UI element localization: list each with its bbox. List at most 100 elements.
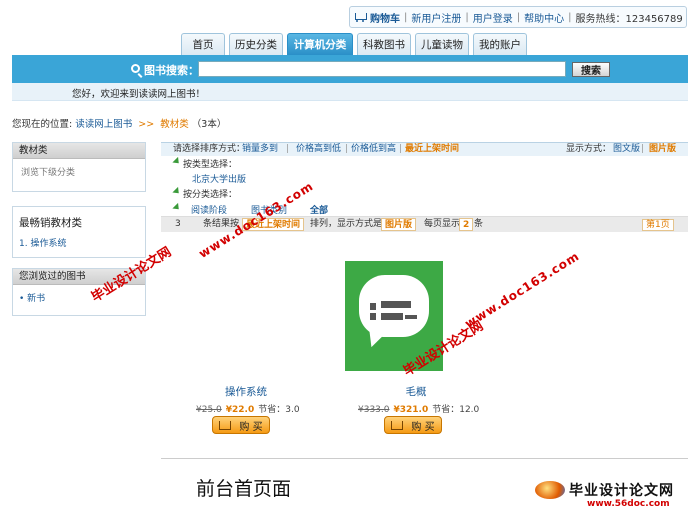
buy-label: 购 买 xyxy=(239,421,263,433)
tab-history[interactable]: 历史分类 xyxy=(229,33,283,55)
product-name[interactable]: 操作系统 xyxy=(201,384,291,399)
tab-science[interactable]: 科教图书 xyxy=(357,33,411,55)
new-price: ¥22.0 xyxy=(225,405,255,415)
welcome-text: 您好，欢迎来到读读网上图书！ xyxy=(72,89,206,100)
figure-caption: 前台首页面 xyxy=(196,478,292,500)
search-bar: 图书搜索： 搜索 xyxy=(12,55,688,83)
product-price: ¥333.0 ¥321.0 节省：12.0 xyxy=(358,402,479,415)
cart-icon xyxy=(391,420,404,430)
help-link[interactable]: 帮助中心 xyxy=(524,10,564,25)
sort-label: 请选择排序方式： xyxy=(173,144,246,154)
login-link[interactable]: 用户登录 xyxy=(473,10,513,25)
triangle-icon xyxy=(172,156,182,167)
category-box: 教材类 浏览下级分类 xyxy=(12,142,146,192)
content-divider xyxy=(161,458,688,459)
result-text: 条 xyxy=(474,219,484,229)
divider: | xyxy=(568,11,572,23)
subcategory-link[interactable]: 浏览下级分类 xyxy=(13,159,145,184)
category-filter-label: 按分类选择： xyxy=(183,190,238,200)
breadcrumb-current[interactable]: 教材类 xyxy=(160,119,189,130)
breadcrumb-home[interactable]: 读读网上图书 xyxy=(75,119,132,130)
pixel-block xyxy=(370,303,376,310)
bestseller-item[interactable]: 1. 操作系统 xyxy=(13,234,145,251)
divider: | xyxy=(641,144,645,154)
result-count: 3 xyxy=(175,219,181,229)
search-input[interactable] xyxy=(198,61,566,77)
product-price: ¥25.0 ¥22.0 节省：3.0 xyxy=(196,402,300,415)
logo-ball-icon xyxy=(535,481,565,499)
divider: | xyxy=(286,144,290,154)
register-link[interactable]: 新用户注册 xyxy=(411,10,461,25)
hotline-text: 服务热线：123456789 xyxy=(575,13,683,25)
publisher-link[interactable]: 北京大学出版 xyxy=(192,172,246,185)
tab-home[interactable]: 首页 xyxy=(181,33,225,55)
breadcrumb-arrow: >> xyxy=(138,119,155,130)
search-icon xyxy=(131,64,140,73)
triangle-icon xyxy=(172,202,182,213)
page-indicator[interactable]: 第1页 xyxy=(642,219,674,231)
level-category[interactable]: 图书类别 xyxy=(251,203,287,216)
book-cover-image[interactable] xyxy=(345,261,443,371)
breadcrumb: 您现在的位置: 读读网上图书 >> 教材类 （3本） xyxy=(12,116,226,130)
pixel-block xyxy=(381,301,411,308)
site-logo: 毕业设计论文网 www.56doc.com xyxy=(535,480,674,509)
filter-panel: 请选择排序方式： 销量多到 | 价格高到低 | 价格低到高 | 最近上架时间 显… xyxy=(161,142,688,234)
bestseller-box: 最畅销教材类 1. 操作系统 xyxy=(12,206,146,258)
breadcrumb-count: （3本） xyxy=(191,119,227,130)
level-all[interactable]: 全部 xyxy=(310,203,328,216)
sort-price-asc[interactable]: 价格低到高 xyxy=(351,143,396,156)
saving: 节省：12.0 xyxy=(432,405,480,415)
sort-newest[interactable]: 最近上架时间 xyxy=(405,143,459,156)
result-sort: 最近上架时间 xyxy=(242,218,305,231)
buy-button[interactable]: 购 买 xyxy=(212,416,270,434)
tab-children[interactable]: 儿童读物 xyxy=(415,33,469,55)
type-filter-label: 按类型选择： xyxy=(183,160,238,170)
main-nav: 首页 历史分类 计算机分类 科教图书 儿童读物 我的账户 xyxy=(181,33,531,55)
cart-icon xyxy=(219,420,232,430)
divider: | xyxy=(465,11,469,23)
level-reading[interactable]: 阅读阶段 xyxy=(191,203,227,216)
saving: 节省：3.0 xyxy=(258,405,300,415)
sort-row: 请选择排序方式： 销量多到 | 价格高到低 | 价格低到高 | 最近上架时间 显… xyxy=(161,142,688,156)
view-image[interactable]: 图片版 xyxy=(649,143,676,156)
product-name[interactable]: 毛概 xyxy=(371,384,461,399)
recent-head: 您浏览过的图书 xyxy=(13,269,145,285)
view-text-image[interactable]: 图文版 xyxy=(613,143,640,156)
buy-label: 购 买 xyxy=(411,421,435,433)
triangle-icon xyxy=(172,186,182,197)
divider: | xyxy=(404,11,408,23)
sort-sales[interactable]: 销量多到 xyxy=(242,143,278,156)
divider: | xyxy=(345,144,349,154)
welcome-bar: 您好，欢迎来到读读网上图书！ xyxy=(12,83,688,101)
recent-box: 您浏览过的图书 • 新书 xyxy=(12,268,146,316)
tab-account[interactable]: 我的账户 xyxy=(473,33,527,55)
view-label: 显示方式： xyxy=(566,144,612,154)
buy-button[interactable]: 购 买 xyxy=(384,416,442,434)
tab-computer[interactable]: 计算机分类 xyxy=(287,33,353,55)
search-button[interactable]: 搜索 xyxy=(572,62,610,77)
logo-url: www.56doc.com xyxy=(587,499,670,509)
old-price: ¥333.0 xyxy=(358,405,390,415)
breadcrumb-prefix: 您现在的位置: xyxy=(12,119,73,130)
watermark: www.doc163.com xyxy=(462,248,583,331)
bestseller-title: 最畅销教材类 xyxy=(19,217,82,229)
category-head: 教材类 xyxy=(13,143,145,159)
cart-icon[interactable] xyxy=(354,12,368,23)
result-text: 条结果按 xyxy=(203,219,240,229)
pixel-block xyxy=(381,313,403,320)
recent-item[interactable]: • 新书 xyxy=(13,285,145,310)
new-price: ¥321.0 xyxy=(393,405,429,415)
result-text: 每页显示 xyxy=(424,219,461,229)
old-price: ¥25.0 xyxy=(196,405,222,415)
logo-text: 毕业设计论文网 xyxy=(569,483,674,499)
result-row: 3 条结果按 最近上架时间 排列，显示方式是 图片版 每页显示 2 条 第1页 xyxy=(161,216,688,232)
cart-link[interactable]: 购物车 xyxy=(370,10,400,25)
pixel-block xyxy=(370,313,376,320)
per-page: 2 xyxy=(459,218,474,231)
divider: | xyxy=(516,11,521,23)
result-text: 排列，显示方式是 xyxy=(310,219,383,229)
sort-price-desc[interactable]: 价格高到低 xyxy=(296,143,341,156)
pixel-block xyxy=(405,315,417,319)
divider: | xyxy=(399,144,403,154)
top-utility-bar: 购物车 | 新用户注册 | 用户登录 | 帮助中心 | 服务热线：1234567… xyxy=(349,6,687,28)
